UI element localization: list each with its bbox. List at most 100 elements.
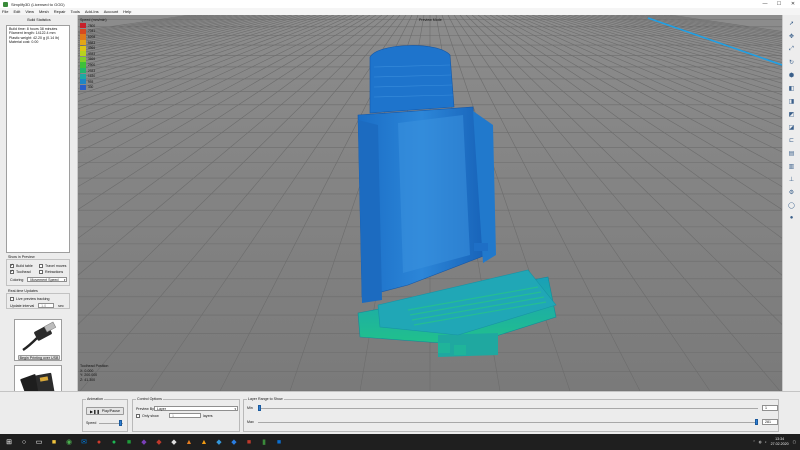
move-icon[interactable]: ✥ xyxy=(787,31,797,41)
gear-icon[interactable]: ⚙ xyxy=(787,187,797,197)
legend-swatch xyxy=(80,51,86,57)
clock[interactable]: 13:34 27.02.2020 xyxy=(771,437,789,447)
preview-viewport[interactable]: Speed (mm/min) 7800 7041 6208 5583 4966 4333 3… xyxy=(78,15,782,391)
pointer-icon[interactable]: ➚ xyxy=(787,18,797,28)
play-pause-button[interactable]: ▶❚❚ Play/Pause xyxy=(86,407,124,415)
rotate-icon[interactable]: ↻ xyxy=(787,57,797,67)
top-view-icon[interactable]: ⊏ xyxy=(787,135,797,145)
excel-icon[interactable]: ■ xyxy=(123,436,135,448)
menu-add-ins[interactable]: Add-Ins xyxy=(85,9,99,14)
layer-range-heading: Layer Range to Show xyxy=(247,397,284,401)
menu-mesh[interactable]: Mesh xyxy=(39,9,49,14)
min-layer-slider-thumb[interactable] xyxy=(258,405,261,411)
menu-edit[interactable]: Edit xyxy=(13,9,20,14)
close-button[interactable]: ✕ xyxy=(786,0,800,8)
animation-group: Animation ▶❚❚ Play/Pause Speed xyxy=(82,397,128,432)
legend-swatch xyxy=(80,56,86,62)
legend-value: 7041 xyxy=(88,29,96,34)
file-explorer-icon[interactable]: ■ xyxy=(48,436,60,448)
menu-repair[interactable]: Repair xyxy=(54,9,66,14)
help-icon[interactable]: ● xyxy=(787,213,797,223)
travel-moves-checkbox[interactable] xyxy=(39,264,43,268)
legend-value: 5583 xyxy=(88,40,96,45)
coloring-select[interactable]: Movement Speed ▾ xyxy=(27,277,68,282)
tray-arrow-icon[interactable]: ⌃ xyxy=(753,440,756,444)
app-icon xyxy=(3,1,8,7)
stat-material-cost: Material cost: 0.00 xyxy=(9,40,39,45)
build-stats-heading: Build Statistics xyxy=(27,18,51,22)
update-interval-input[interactable]: 1.0 xyxy=(38,303,55,308)
min-layer-input[interactable]: 1 xyxy=(762,405,778,411)
zoom-icon[interactable]: ⤢ xyxy=(787,44,797,54)
front-view-icon[interactable]: ◧ xyxy=(787,83,797,93)
network-icon[interactable]: ◍ xyxy=(759,440,762,444)
max-layer-slider-track[interactable] xyxy=(258,422,758,424)
chrome-icon[interactable]: ◉ xyxy=(63,436,75,448)
start-icon[interactable]: ⊞ xyxy=(3,436,15,448)
visual-studio-icon[interactable]: ◆ xyxy=(138,436,150,448)
build-table-option[interactable]: ✓ Build table xyxy=(10,264,33,268)
menu-account[interactable]: Account xyxy=(104,9,118,14)
powerpoint-icon[interactable]: ● xyxy=(93,436,105,448)
max-layer-input[interactable]: 281 xyxy=(762,419,778,425)
legend-title: Speed (mm/min) xyxy=(80,18,107,22)
system-tray: ⌃ ◍ ♪ 13:34 27.02.2020 ▢ xyxy=(753,437,800,447)
chevron-down-icon: ▾ xyxy=(234,406,236,411)
menu-view[interactable]: View xyxy=(25,9,34,14)
right-view-icon[interactable]: ◪ xyxy=(787,122,797,132)
iso-view-icon[interactable]: ⬢ xyxy=(787,70,797,80)
app-icon-red[interactable]: ◆ xyxy=(153,436,165,448)
app-icon-dark-blue[interactable]: ■ xyxy=(273,436,285,448)
seat-toolpath-model xyxy=(357,45,557,357)
menu-file[interactable]: File xyxy=(2,9,8,14)
toolhead-checkbox[interactable]: ✓ xyxy=(10,270,14,274)
live-tracking-checkbox[interactable] xyxy=(10,297,14,301)
toolhead-option[interactable]: ✓ Toolhead xyxy=(10,270,31,274)
retractions-option[interactable]: Retractions xyxy=(39,270,63,274)
legend-value: 2333 xyxy=(88,68,96,73)
preview-by-select[interactable]: Layer ▾ xyxy=(154,406,238,411)
task-view-icon[interactable]: ▭ xyxy=(33,436,45,448)
chevron-down-icon: ▾ xyxy=(63,277,66,282)
bottom-view-icon[interactable]: ▤ xyxy=(787,148,797,158)
app-icon-orange[interactable]: ▲ xyxy=(183,436,195,448)
search-icon[interactable]: ○ xyxy=(18,436,30,448)
menu-help[interactable]: Help xyxy=(123,9,131,14)
travel-moves-option[interactable]: Travel moves xyxy=(39,264,66,268)
toolhead-icon[interactable]: ⊥ xyxy=(787,174,797,184)
usb-print-card[interactable]: Begin Printing over USB xyxy=(14,319,62,361)
only-show-layers-input[interactable]: 1 xyxy=(169,413,201,418)
realtime-group: Live preview tracking Update interval 1.… xyxy=(6,293,70,309)
mail-icon[interactable]: ✉ xyxy=(78,436,90,448)
toolhead-position-title: Toolhead Position xyxy=(80,364,109,368)
vlc-icon[interactable]: ▲ xyxy=(198,436,210,448)
app-icon-dark-red[interactable]: ■ xyxy=(243,436,255,448)
notification-icon[interactable]: ▢ xyxy=(793,440,796,444)
volume-icon[interactable]: ♪ xyxy=(765,440,767,444)
maximize-button[interactable]: ☐ xyxy=(772,0,786,8)
menu-tools[interactable]: Tools xyxy=(71,9,80,14)
only-show-checkbox[interactable] xyxy=(136,414,140,418)
build-table-checkbox[interactable]: ✓ xyxy=(10,264,14,268)
max-layer-slider-thumb[interactable] xyxy=(755,419,758,425)
sphere-icon[interactable]: ◯ xyxy=(787,200,797,210)
legend-value: 7800 xyxy=(88,23,96,28)
begin-printing-usb-button[interactable]: Begin Printing over USB xyxy=(18,355,60,360)
cross-section-icon[interactable]: ▥ xyxy=(787,161,797,171)
min-layer-slider-track[interactable] xyxy=(258,408,758,410)
live-tracking-option[interactable]: Live preview tracking xyxy=(10,297,50,301)
minimize-button[interactable]: — xyxy=(758,0,772,8)
back-view-icon[interactable]: ◨ xyxy=(787,96,797,106)
spotify-icon[interactable]: ● xyxy=(108,436,120,448)
speed-slider-thumb[interactable] xyxy=(118,420,122,426)
legend-value: 4333 xyxy=(88,51,96,56)
max-label: Max xyxy=(247,420,254,424)
preview-mode-label: Preview Mode xyxy=(419,18,442,22)
retractions-checkbox[interactable] xyxy=(39,270,43,274)
app-icon-blue[interactable]: ◆ xyxy=(213,436,225,448)
simplify3d-icon[interactable]: ▮ xyxy=(258,436,270,448)
vscode-icon[interactable]: ◆ xyxy=(228,436,240,448)
left-view-icon[interactable]: ◩ xyxy=(787,109,797,119)
app-icon-white[interactable]: ◆ xyxy=(168,436,180,448)
control-options-heading: Control Options xyxy=(136,397,163,401)
